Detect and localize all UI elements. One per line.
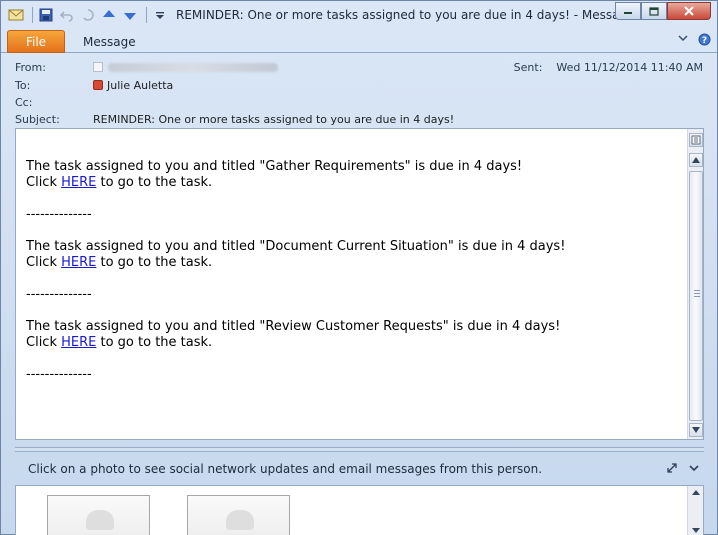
click-text: Click bbox=[26, 255, 62, 270]
to-value[interactable]: Julie Auletta bbox=[93, 79, 173, 92]
people-pane-controls bbox=[666, 462, 700, 477]
contact-photo[interactable] bbox=[187, 495, 290, 535]
people-pane-hint: Click on a photo to see social network u… bbox=[28, 462, 543, 476]
help-icon[interactable]: ? bbox=[698, 33, 711, 49]
divider-line: -------------- bbox=[26, 287, 92, 302]
subject-row: Subject: REMINDER: One or more tasks ass… bbox=[7, 111, 713, 127]
redacted-email bbox=[108, 62, 278, 72]
go-to-task-text: to go to the task. bbox=[96, 335, 213, 350]
envelope-icon[interactable] bbox=[7, 6, 25, 24]
thumb-grip bbox=[694, 296, 700, 297]
redo-icon[interactable] bbox=[79, 6, 97, 24]
title-bar: REMINDER: One or more tasks assigned to … bbox=[1, 1, 717, 29]
minimize-button[interactable] bbox=[615, 2, 641, 20]
task-reminder-paragraph: The task assigned to you and titled "Gat… bbox=[26, 159, 676, 191]
from-row: From: Sent: Wed 11/12/2014 11:40 AM bbox=[7, 59, 713, 75]
divider-line: -------------- bbox=[26, 367, 92, 382]
message-header: From: Sent: Wed 11/12/2014 11:40 AM To: … bbox=[7, 55, 713, 127]
tab-file[interactable]: File bbox=[7, 30, 65, 53]
task-link-line: Click HERE to go to the task. bbox=[26, 175, 676, 191]
task-reminder-paragraph: The task assigned to you and titled "Doc… bbox=[26, 239, 676, 271]
person-silhouette-icon bbox=[226, 510, 254, 530]
expand-pane-icon[interactable] bbox=[666, 462, 678, 477]
message-body-pane[interactable]: The task assigned to you and titled "Gat… bbox=[15, 128, 704, 440]
sent-value: Wed 11/12/2014 11:40 AM bbox=[556, 60, 703, 74]
view-ruler-icon[interactable] bbox=[689, 133, 703, 147]
scroll-up-button[interactable] bbox=[689, 153, 703, 167]
people-pane-bar: Click on a photo to see social network u… bbox=[15, 456, 704, 482]
cc-label: Cc: bbox=[15, 95, 33, 109]
scroll-down-button[interactable] bbox=[689, 423, 703, 437]
ribbon-expand-icon[interactable] bbox=[678, 33, 688, 49]
task-reminder-line: The task assigned to you and titled "Rev… bbox=[26, 319, 561, 334]
task-reminder-paragraph: The task assigned to you and titled "Rev… bbox=[26, 319, 676, 351]
toolbar-separator bbox=[32, 7, 33, 23]
divider-line: -------------- bbox=[26, 207, 92, 222]
sent-label: Sent: bbox=[513, 60, 543, 74]
scroll-thumb[interactable] bbox=[689, 171, 703, 421]
task-link[interactable]: HERE bbox=[61, 335, 96, 350]
people-pane bbox=[15, 485, 704, 535]
collapse-pane-icon[interactable] bbox=[688, 462, 700, 477]
contact-photo[interactable] bbox=[47, 495, 150, 535]
to-row: To: Julie Auletta bbox=[7, 77, 713, 93]
sent-info: Sent: Wed 11/12/2014 11:40 AM bbox=[514, 61, 703, 74]
body-vertical-scrollbar[interactable] bbox=[687, 129, 703, 439]
subject-value: REMINDER: One or more tasks assigned to … bbox=[93, 112, 455, 126]
from-label: From: bbox=[15, 60, 46, 74]
from-value[interactable] bbox=[93, 62, 278, 72]
pane-splitter[interactable] bbox=[15, 447, 704, 452]
person-silhouette-icon bbox=[86, 510, 114, 530]
save-icon[interactable] bbox=[37, 6, 55, 24]
cc-row: Cc: bbox=[7, 94, 713, 110]
contact-status-icon bbox=[93, 62, 103, 72]
quick-access-toolbar bbox=[1, 1, 172, 29]
people-pane-scrollbar[interactable] bbox=[687, 486, 703, 535]
maximize-button[interactable] bbox=[641, 2, 667, 20]
task-link-line: Click HERE to go to the task. bbox=[26, 335, 676, 351]
thumb-grip bbox=[694, 290, 700, 291]
to-recipient[interactable]: Julie Auletta bbox=[107, 79, 173, 92]
ribbon-tabs: File Message ? bbox=[1, 29, 717, 53]
task-reminder-line: The task assigned to you and titled "Gat… bbox=[26, 159, 523, 174]
subject-label: Subject: bbox=[15, 112, 60, 126]
undo-icon[interactable] bbox=[58, 6, 76, 24]
message-body: The task assigned to you and titled "Gat… bbox=[26, 159, 676, 399]
go-to-task-text: to go to the task. bbox=[96, 255, 213, 270]
task-reminder-line: The task assigned to you and titled "Doc… bbox=[26, 239, 566, 254]
customize-qat-icon[interactable] bbox=[151, 6, 169, 24]
tab-message[interactable]: Message bbox=[71, 31, 148, 53]
click-text: Click bbox=[26, 175, 62, 190]
task-link[interactable]: HERE bbox=[61, 255, 96, 270]
svg-text:?: ? bbox=[702, 36, 707, 46]
thumb-grip bbox=[694, 293, 700, 294]
click-text: Click bbox=[26, 335, 62, 350]
window-title: REMINDER: One or more tasks assigned to … bbox=[176, 8, 616, 22]
to-label: To: bbox=[15, 78, 31, 92]
task-link-line: Click HERE to go to the task. bbox=[26, 255, 676, 271]
task-link[interactable]: HERE bbox=[61, 175, 96, 190]
window-controls bbox=[615, 2, 711, 20]
toolbar-separator bbox=[146, 7, 147, 23]
outlook-message-window: REMINDER: One or more tasks assigned to … bbox=[0, 0, 718, 535]
go-to-task-text: to go to the task. bbox=[96, 175, 213, 190]
up-arrow-icon[interactable] bbox=[100, 6, 118, 24]
down-arrow-icon[interactable] bbox=[121, 6, 139, 24]
close-button[interactable] bbox=[667, 2, 711, 20]
presence-icon bbox=[93, 80, 103, 90]
ribbon-right-controls: ? bbox=[678, 33, 711, 49]
